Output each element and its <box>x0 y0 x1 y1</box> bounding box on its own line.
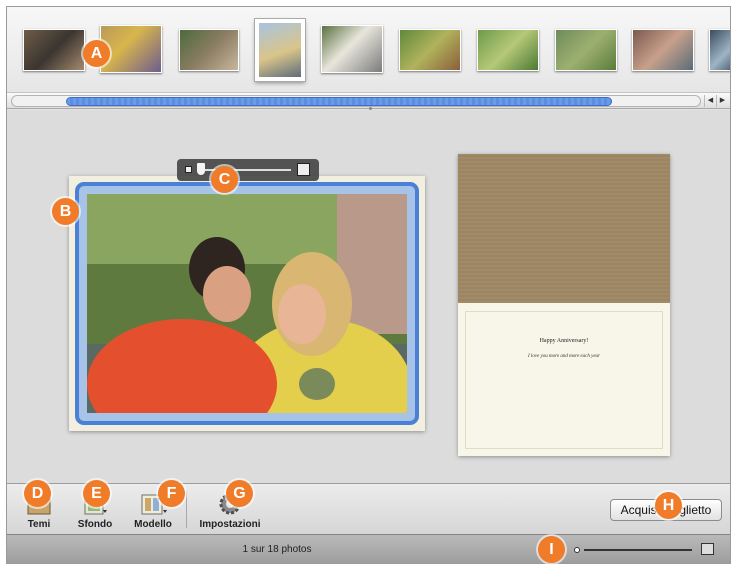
scroll-thumb[interactable] <box>66 97 612 106</box>
size-slider-max-icon <box>701 543 714 555</box>
card-background-texture <box>458 154 670 303</box>
card-text-area[interactable]: Happy Anniversary! I love you more and m… <box>465 311 663 449</box>
thumbnail-size-slider[interactable] <box>584 549 692 551</box>
photo-thumbnail[interactable] <box>321 25 383 73</box>
toolbar-divider <box>186 491 187 528</box>
card-message[interactable]: I love you more and more each year <box>466 354 662 359</box>
scroll-left-arrow-icon[interactable]: ◀ <box>704 95 716 107</box>
couple-photo <box>87 194 407 413</box>
photo-zoom-control[interactable] <box>177 159 319 181</box>
callout-e: E <box>83 480 110 507</box>
scroll-track[interactable] <box>11 95 701 107</box>
scroll-right-arrow-icon[interactable]: ▶ <box>716 95 728 107</box>
callout-b: B <box>52 198 79 225</box>
status-bar: 1 sur 18 photos <box>7 534 730 563</box>
callout-h: H <box>655 492 682 519</box>
photo-thumbnail[interactable] <box>179 29 239 71</box>
photo-thumbnail[interactable] <box>23 29 85 71</box>
photo-thumbnail[interactable] <box>632 29 694 71</box>
zoom-large-photo-icon <box>297 163 310 176</box>
callout-a: A <box>83 40 110 67</box>
photo-thumbnail-selected[interactable] <box>255 19 305 81</box>
callout-d: D <box>24 480 51 507</box>
photo-frame-selected[interactable] <box>75 182 419 425</box>
card-canvas: Happy Anniversary! I love you more and m… <box>7 110 730 483</box>
card-front-page <box>69 176 425 431</box>
zoom-small-photo-icon <box>185 166 192 173</box>
zoom-slider-knob[interactable] <box>197 163 205 175</box>
photo-thumbnail[interactable] <box>477 29 539 71</box>
bottom-toolbar: Temi Sfondo Modello Impostazioni Acquist… <box>7 483 730 534</box>
photo-thumbnail[interactable] <box>709 29 730 71</box>
photo-count-status: 1 sur 18 photos <box>242 544 312 555</box>
main-photo[interactable] <box>87 194 407 413</box>
card-editor-window: ◀ ▶ Happy Anniversary! I love you more a… <box>6 6 731 564</box>
photo-browser[interactable] <box>7 7 730 93</box>
callout-f: F <box>158 480 185 507</box>
card-inside-page: Happy Anniversary! I love you more and m… <box>458 154 670 456</box>
card-greeting[interactable]: Happy Anniversary! <box>466 338 662 344</box>
size-slider-min-icon <box>574 547 580 553</box>
photo-thumbnail[interactable] <box>399 29 461 71</box>
callout-c: C <box>211 166 238 193</box>
callout-g: G <box>226 480 253 507</box>
callout-i: I <box>538 536 565 563</box>
photo-thumbnail[interactable] <box>555 29 617 71</box>
